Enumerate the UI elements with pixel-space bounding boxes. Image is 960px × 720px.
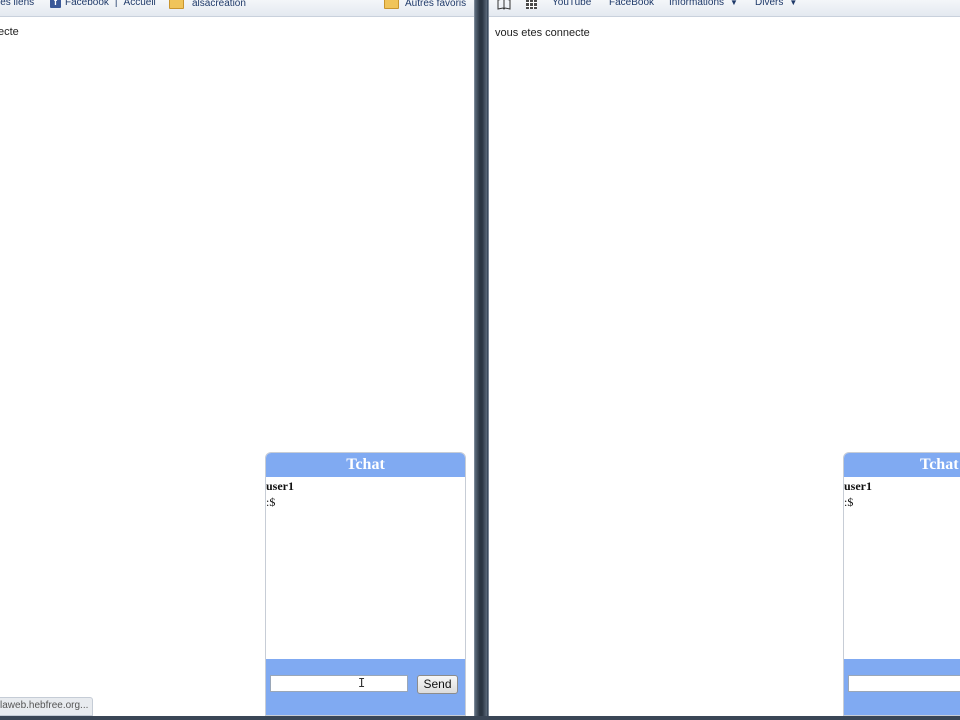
chat-widget: Tchat user1 :$ I Send [265, 452, 466, 716]
chat-message: :$ [844, 495, 854, 509]
chevron-down-icon: ▼ [730, 0, 738, 7]
send-button[interactable]: Send [417, 675, 458, 694]
chat-messages: user1 :$ [266, 477, 465, 660]
apps-grid-icon [526, 0, 537, 9]
status-bar-url: laweb.hebfree.org... [0, 697, 94, 716]
chevron-down-icon: ▼ [789, 0, 798, 7]
bookmarks-menu-button[interactable] [497, 0, 511, 10]
bookmarks-bar: YouTube FaceBook Informations ▼ Divers ▼ [489, 0, 960, 17]
bookmark-label: Informations [669, 0, 725, 8]
bookmark-youtube[interactable]: YouTube [552, 0, 591, 8]
chat-message-input[interactable] [270, 675, 408, 692]
bookmarks-bar: les liens f Facebook | Accueil alsacreat… [0, 0, 474, 17]
page-status-text: ecte [0, 26, 19, 38]
bookmark-label: Accueil [123, 0, 156, 8]
chat-message: :$ [266, 495, 276, 509]
bookmark-facebook[interactable]: FaceBook [609, 0, 654, 8]
chat-messages: user1 :$ [844, 477, 960, 660]
page-status-text: vous etes connecte [495, 27, 590, 39]
bookmark-label: Divers [755, 0, 784, 8]
book-icon [497, 0, 511, 10]
chat-widget: Tchat user1 :$ [843, 452, 960, 716]
chat-title: Tchat [844, 453, 960, 477]
text-cursor-icon: I [358, 676, 366, 690]
bookmark-informations-menu[interactable]: Informations ▼ [669, 0, 738, 8]
bookmark-facebook-accueil[interactable]: f Facebook | Accueil [50, 0, 156, 8]
screen-bottom-edge [0, 716, 960, 720]
bookmark-label: alsacreation [192, 0, 246, 9]
bookmark-label: les liens [0, 0, 35, 8]
right-browser-window: YouTube FaceBook Informations ▼ Divers ▼… [488, 0, 960, 716]
bookmark-label: YouTube [552, 0, 592, 8]
bookmark-alsacreation[interactable]: alsacreation [169, 0, 246, 9]
window-divider [475, 0, 487, 720]
bookmark-separator: | [114, 0, 118, 8]
chat-title: Tchat [266, 453, 465, 477]
bookmark-label: FaceBook [609, 0, 655, 8]
bookmark-autres-favoris[interactable]: Autres favoris [384, 0, 466, 9]
chat-footer: I Send [266, 659, 465, 715]
bookmark-les-liens[interactable]: les liens [0, 0, 34, 8]
folder-icon [384, 0, 399, 9]
bookmark-label: Autres favoris [405, 0, 467, 9]
chat-username: user1 [844, 479, 872, 493]
bookmark-divers-menu[interactable]: Divers ▼ [755, 0, 797, 8]
chat-message-input[interactable] [848, 675, 960, 692]
facebook-icon: f [50, 0, 61, 8]
chat-username: user1 [266, 479, 294, 493]
chat-footer [844, 659, 960, 715]
left-browser-window: les liens f Facebook | Accueil alsacreat… [0, 0, 475, 716]
apps-button[interactable] [526, 0, 537, 9]
folder-icon [169, 0, 184, 9]
bookmark-label: Facebook [65, 0, 109, 8]
